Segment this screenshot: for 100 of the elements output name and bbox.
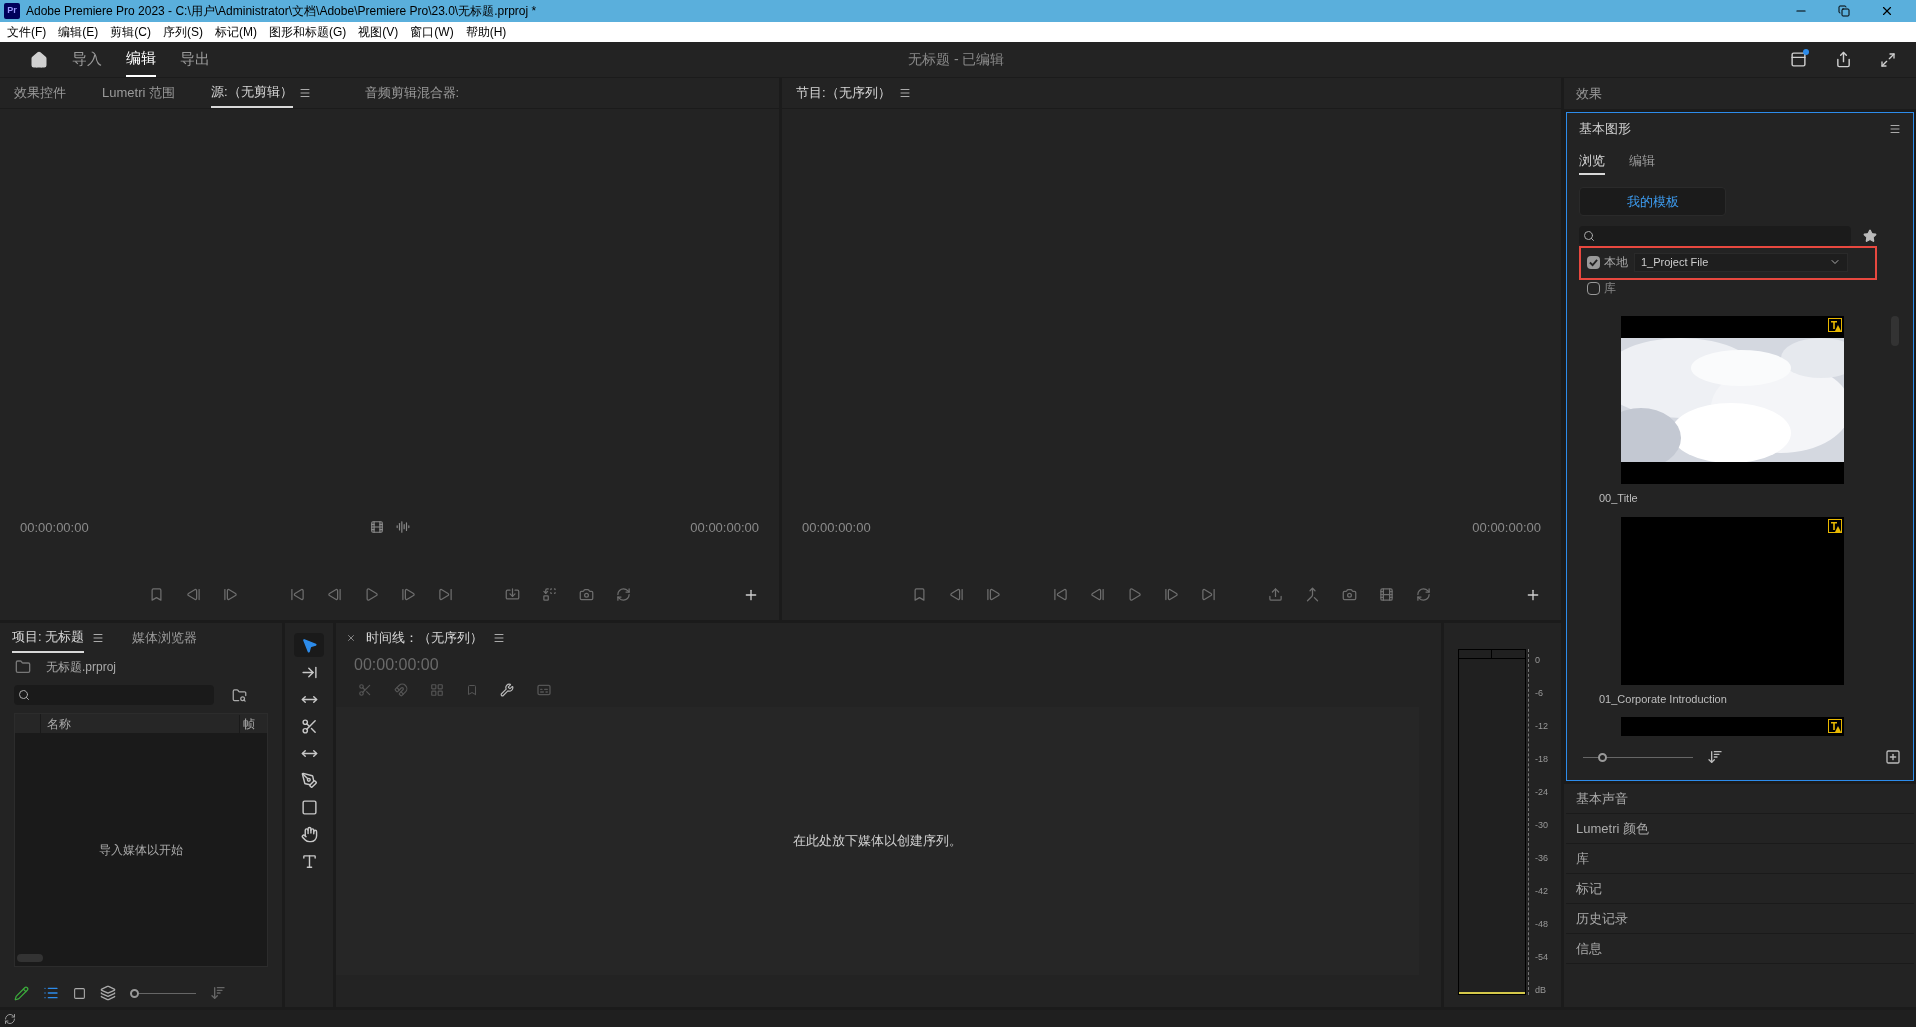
menu-icon[interactable]: [493, 632, 505, 644]
step-back-icon[interactable]: [326, 587, 342, 602]
camera-icon[interactable]: [578, 587, 594, 602]
menu-item[interactable]: 窗口(W): [410, 23, 454, 41]
menu-item[interactable]: 剪辑(C): [110, 23, 151, 41]
collapsed-panel-header[interactable]: 库: [1566, 844, 1914, 874]
close-icon[interactable]: [1880, 4, 1894, 18]
column-header[interactable]: 帧: [239, 714, 267, 733]
go-to-out-icon[interactable]: [437, 587, 453, 602]
panel-tab[interactable]: 项目: 无标题: [12, 623, 85, 653]
meter-scale-label: -12: [1534, 721, 1548, 731]
timecode[interactable]: 00:00:00:00: [20, 517, 89, 537]
menu-item[interactable]: 帮助(H): [465, 23, 507, 41]
panel-tab[interactable]: 媒体浏览器: [132, 623, 198, 653]
template-name[interactable]: 00_Title: [1599, 490, 1901, 507]
film-icon[interactable]: [369, 520, 384, 535]
pen-icon: [300, 771, 318, 789]
film-icon[interactable]: [1379, 587, 1394, 602]
home-icon[interactable]: [30, 50, 48, 69]
marker-icon[interactable]: [466, 684, 478, 696]
panel-title[interactable]: 时间线：（无序列）: [366, 628, 483, 648]
collapsed-panel-header[interactable]: 基本声音: [1566, 784, 1914, 814]
list-view-icon[interactable]: [43, 985, 59, 1001]
swap-icon[interactable]: [1416, 587, 1431, 602]
step-back-icon[interactable]: [1090, 587, 1105, 602]
timecode[interactable]: 00:00:00:00: [1472, 517, 1541, 537]
camera-icon[interactable]: [1342, 587, 1357, 602]
sort-icon[interactable]: [1707, 749, 1723, 765]
close-icon[interactable]: [346, 633, 356, 643]
play-icon[interactable]: [363, 587, 379, 602]
column-header[interactable]: 名称: [41, 714, 239, 733]
menu-item[interactable]: 视图(V): [358, 23, 399, 41]
go-to-out-icon[interactable]: [1201, 587, 1216, 602]
scrollbar-thumb[interactable]: [17, 954, 43, 962]
window-title: Adobe Premiere Pro 2023 - C:\用户\Administrator\文档\Adobe\Premiere Pro\23.0\无标题.prproj *: [26, 3, 537, 20]
my-templates-button[interactable]: 我的模板: [1579, 187, 1726, 216]
menu-icon[interactable]: [298, 87, 311, 99]
panel-tab[interactable]: 编辑: [1629, 151, 1655, 175]
step-forward-icon[interactable]: [400, 587, 416, 602]
new-item-icon[interactable]: [1885, 749, 1901, 765]
panel-title[interactable]: 基本图形: [1579, 119, 1631, 139]
restore-icon[interactable]: [1838, 5, 1850, 17]
panel-icon[interactable]: [1790, 51, 1807, 68]
workspace-tab[interactable]: 导入: [72, 42, 102, 77]
menu-icon[interactable]: [92, 632, 105, 644]
panel-title[interactable]: 节目:（无序列）: [796, 83, 891, 103]
meter-scale-label: -42: [1534, 886, 1548, 896]
freeform-view-icon[interactable]: [100, 985, 116, 1001]
tool-button[interactable]: [294, 633, 324, 657]
search-icon: [1583, 230, 1595, 242]
thumbnail-size-slider[interactable]: [1583, 752, 1693, 762]
swap-icon[interactable]: [615, 587, 631, 602]
go-to-in-icon[interactable]: [1053, 587, 1068, 602]
menu-item[interactable]: 序列(S): [163, 23, 203, 41]
meter-scale-label: -6: [1534, 688, 1544, 698]
play-icon[interactable]: [1127, 587, 1142, 602]
marker-icon[interactable]: [148, 587, 164, 602]
text-warning-icon: [1828, 518, 1842, 533]
menu-icon[interactable]: [1889, 123, 1901, 135]
timecode[interactable]: 00:00:00:00: [802, 517, 871, 537]
timecode[interactable]: 00:00:00:00: [690, 517, 759, 537]
folder-search-icon[interactable]: [232, 687, 247, 703]
panel-tab[interactable]: 源:（无剪辑）: [210, 78, 293, 108]
panel-tab[interactable]: 音频剪辑混合器:: [364, 78, 460, 108]
workspace-tab[interactable]: 导出: [180, 42, 210, 77]
collapsed-panel-header[interactable]: 标记: [1566, 874, 1914, 904]
menu-item[interactable]: 编辑(E): [58, 23, 99, 41]
pencil-icon[interactable]: [14, 985, 29, 1001]
menu-item[interactable]: 图形和标题(G): [269, 23, 347, 41]
meter-scale-label: 0: [1534, 655, 1541, 665]
menu-item[interactable]: 标记(M): [215, 23, 257, 41]
template-thumbnail[interactable]: [1621, 516, 1844, 685]
checkbox[interactable]: [1587, 281, 1600, 295]
marker-icon[interactable]: [912, 587, 927, 602]
icon-view-icon[interactable]: [73, 986, 86, 1000]
panel-tab[interactable]: Lumetri 范围: [102, 78, 175, 108]
zoom-slider[interactable]: [130, 988, 196, 998]
dropdown[interactable]: 1_Project File: [1634, 252, 1848, 272]
panel-title[interactable]: 效果: [1576, 83, 1602, 104]
template-name[interactable]: 01_Corporate Introduction: [1599, 690, 1901, 707]
menu-item[interactable]: 文件(F): [7, 23, 47, 41]
checkbox[interactable]: [1587, 255, 1600, 269]
collapsed-panel-header[interactable]: 历史记录: [1566, 904, 1914, 934]
share-icon[interactable]: [1835, 51, 1852, 68]
collapsed-panel-header[interactable]: Lumetri 颜色: [1566, 814, 1914, 844]
search-field[interactable]: [1579, 226, 1851, 246]
go-to-in-icon[interactable]: [289, 587, 305, 602]
star-icon[interactable]: [1863, 229, 1877, 243]
checkbox-label: 本地: [1604, 254, 1628, 271]
fullscreen-icon[interactable]: [1880, 51, 1896, 68]
collapsed-panel-header[interactable]: 信息: [1566, 934, 1914, 964]
text-warning-icon: [1828, 719, 1842, 733]
wrench-icon[interactable]: [500, 683, 514, 697]
search-field[interactable]: [14, 685, 214, 705]
audio-icon[interactable]: [395, 520, 410, 535]
step-forward-icon[interactable]: [1164, 587, 1179, 602]
insert-icon[interactable]: [504, 587, 520, 602]
panel-tab[interactable]: 浏览: [1579, 151, 1605, 175]
panel-tab[interactable]: 效果控件: [14, 78, 66, 108]
menu-icon[interactable]: [898, 87, 911, 99]
